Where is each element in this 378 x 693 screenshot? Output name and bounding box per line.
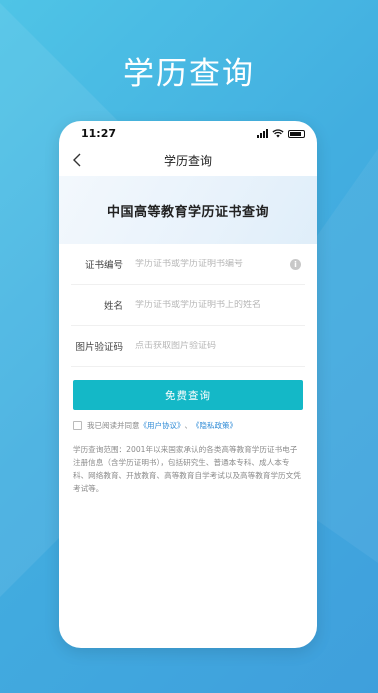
banner: 中国高等教育学历证书查询 bbox=[59, 176, 317, 244]
hero-title: 学历查询 bbox=[123, 56, 255, 92]
phone-frame: 11:27 学历查询 中国高等教育学历证书查询 证书编号 i bbox=[59, 121, 317, 648]
captcha-input[interactable] bbox=[135, 341, 305, 351]
wifi-icon bbox=[272, 129, 284, 138]
name-input[interactable] bbox=[135, 300, 305, 310]
back-icon[interactable] bbox=[67, 150, 87, 170]
query-scope-description: 学历查询范围：2001年以来国家承认的各类高等教育学历证书电子注册信息（含学历证… bbox=[73, 445, 301, 493]
checkbox-icon[interactable] bbox=[73, 421, 82, 430]
name-label: 姓名 bbox=[103, 301, 123, 312]
nav-bar: 学历查询 bbox=[59, 146, 317, 174]
info-icon[interactable]: i bbox=[290, 258, 301, 270]
battery-icon bbox=[288, 129, 305, 138]
agreement-row: 我已阅读并同意 《用户协议》 、 《隐私政策》 bbox=[59, 420, 317, 431]
nav-title: 学历查询 bbox=[163, 153, 212, 168]
agreement-separator: 、 bbox=[184, 421, 193, 430]
name-row: 姓名 bbox=[71, 285, 305, 326]
agreement-prefix: 我已阅读并同意 bbox=[87, 421, 140, 430]
query-form: 证书编号 i 姓名 图片验证码 bbox=[59, 244, 317, 367]
banner-title: 中国高等教育学历证书查询 bbox=[106, 204, 269, 220]
status-bar: 11:27 bbox=[59, 121, 317, 146]
cert-number-row: 证书编号 i bbox=[71, 244, 305, 285]
status-icons bbox=[257, 129, 305, 138]
cert-number-label: 证书编号 bbox=[84, 260, 123, 271]
signal-icon bbox=[257, 129, 268, 138]
captcha-label: 图片验证码 bbox=[75, 342, 123, 353]
cert-number-input[interactable] bbox=[135, 259, 290, 269]
captcha-row: 图片验证码 bbox=[71, 326, 305, 367]
status-time: 11:27 bbox=[81, 127, 117, 140]
submit-button[interactable]: 免费查询 bbox=[73, 380, 303, 410]
user-agreement-link[interactable]: 《用户协议》 bbox=[140, 420, 185, 431]
privacy-policy-link[interactable]: 《隐私政策》 bbox=[192, 420, 237, 431]
